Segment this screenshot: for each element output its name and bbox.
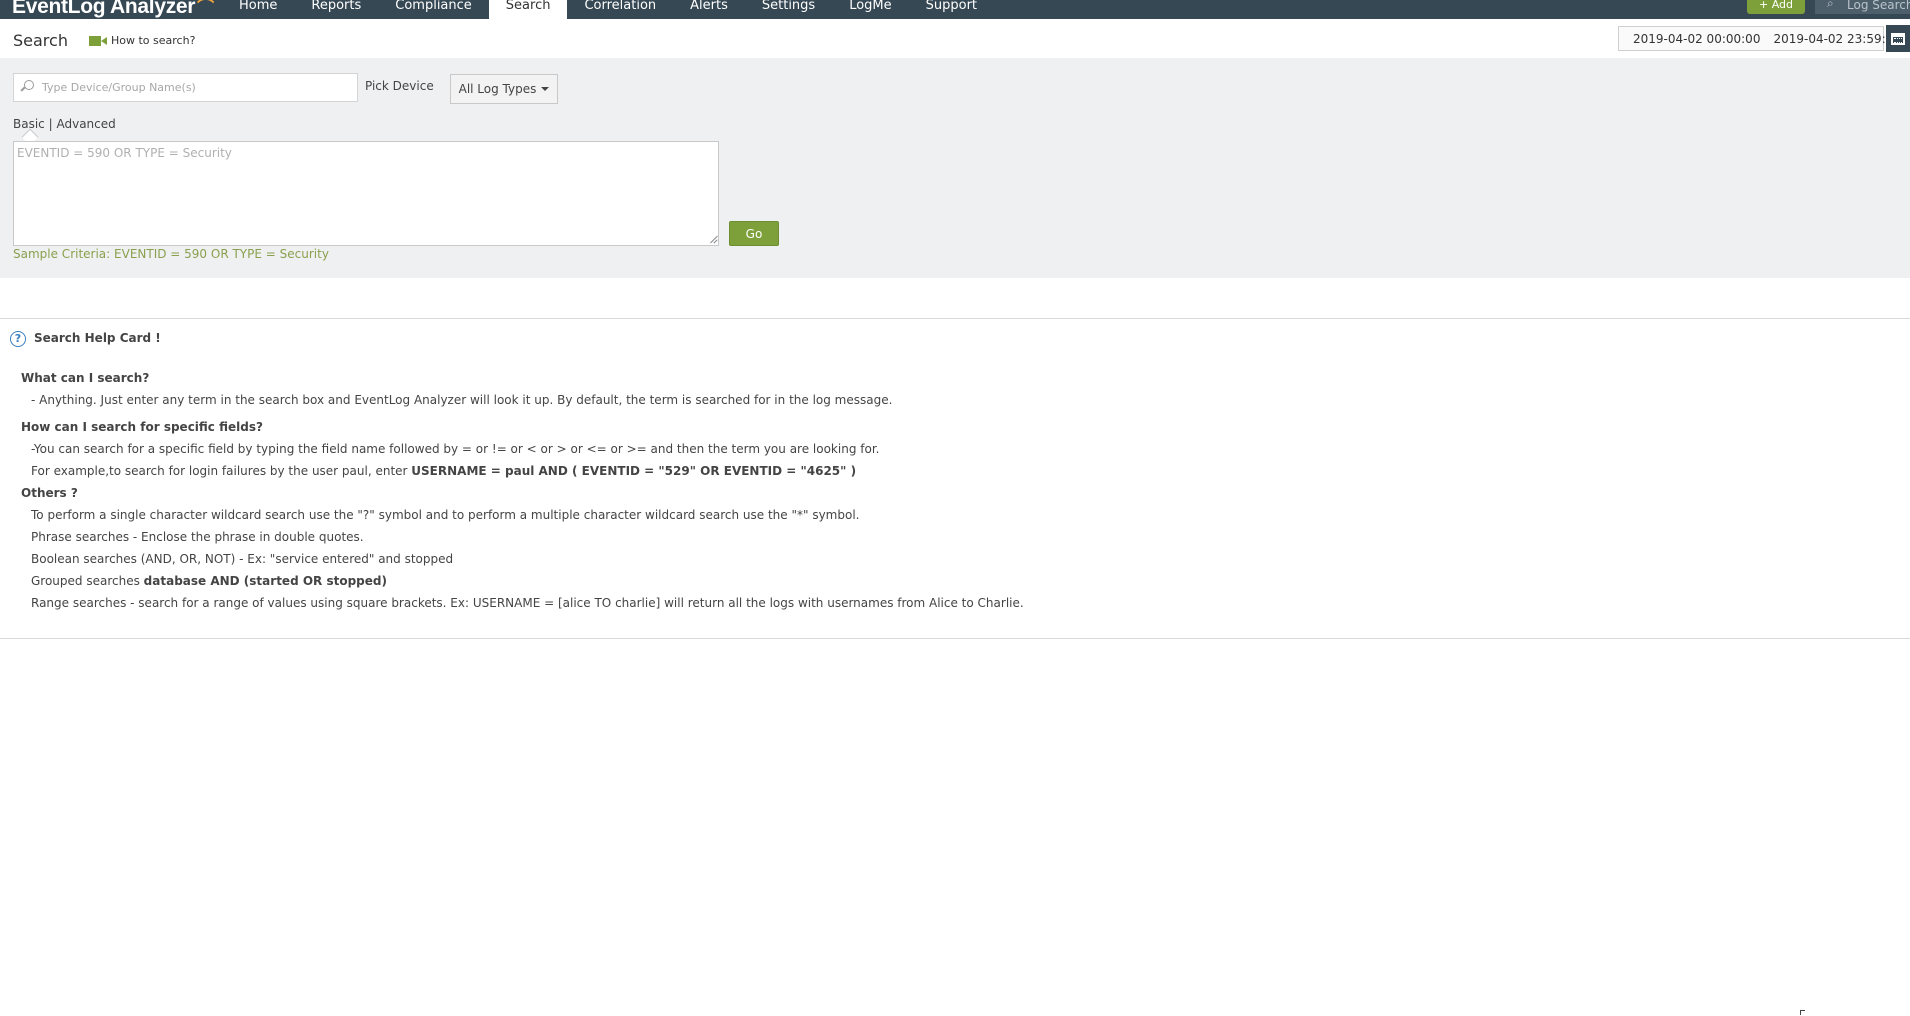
help-other-1: To perform a single character wildcard s…	[31, 508, 860, 522]
help-card-title: Search Help Card !	[34, 331, 161, 345]
date-to: 2019-04-02 23:59:59	[1773, 31, 1901, 46]
help-answer-2: -You can search for a specific field by …	[31, 442, 880, 456]
logo-swoosh-icon: ⌒	[197, 0, 214, 17]
date-range-picker[interactable]: 2019-04-02 00:00:00 2019-04-02 23:59:59	[1618, 26, 1901, 51]
search-query-textarea[interactable]	[13, 141, 719, 246]
nav-compliance[interactable]: Compliance	[378, 0, 489, 19]
app-logo[interactable]: EventLog Analyzer ⌒	[12, 0, 214, 18]
caret-down-icon	[541, 87, 550, 91]
log-types-label: All Log Types	[458, 82, 537, 96]
calendar-icon	[1891, 33, 1905, 45]
help-question-3: Others ?	[21, 486, 78, 500]
help-other-4-text: Grouped searches	[31, 574, 144, 588]
how-to-search-label: How to search?	[111, 34, 196, 47]
nav-search[interactable]: Search	[488, 0, 568, 19]
help-question-2: How can I search for specific fields?	[21, 420, 263, 434]
nav-alerts[interactable]: Alerts	[673, 0, 745, 19]
pick-device-link[interactable]: Pick Device	[365, 79, 434, 93]
magnifier-icon	[20, 80, 35, 94]
nav-reports[interactable]: Reports	[294, 0, 378, 19]
calendar-button[interactable]	[1886, 25, 1910, 52]
help-other-2: Phrase searches - Enclose the phrase in …	[31, 530, 364, 544]
mouse-cursor-icon	[1800, 1010, 1805, 1015]
help-question-1: What can I search?	[21, 371, 150, 385]
sample-criteria-text: Sample Criteria: EVENTID = 590 OR TYPE =…	[13, 247, 329, 261]
mode-separator: |	[48, 117, 53, 131]
log-types-dropdown[interactable]: All Log Types	[450, 74, 558, 104]
top-nav-bar: EventLog Analyzer ⌒ Home Reports Complian…	[0, 0, 1910, 19]
log-search-placeholder: Log Search	[1847, 0, 1910, 12]
search-icon: ⌕	[1827, 0, 1834, 10]
help-bottom-divider	[0, 638, 1910, 639]
help-other-3: Boolean searches (AND, OR, NOT) - Ex: "s…	[31, 552, 454, 566]
help-top-divider	[0, 318, 1910, 319]
nav-home[interactable]: Home	[222, 0, 294, 19]
mode-advanced-tab[interactable]: Advanced	[56, 117, 115, 131]
log-search-box[interactable]: ⌕ Log Search	[1815, 0, 1910, 14]
help-other-4-example: database AND (started OR stopped)	[143, 574, 387, 588]
help-answer-3-example: USERNAME = paul AND ( EVENTID = "529" OR…	[411, 464, 857, 478]
nav-support[interactable]: Support	[909, 0, 994, 19]
date-from: 2019-04-02 00:00:00	[1633, 31, 1761, 46]
help-answer-1: - Anything. Just enter any term in the s…	[31, 393, 893, 407]
help-other-5: Range searches - search for a range of v…	[31, 596, 1024, 610]
nav-logme[interactable]: LogMe	[832, 0, 908, 19]
help-question-icon: ?	[10, 331, 26, 347]
plus-icon: +	[1758, 0, 1769, 11]
help-answer-3: For example,to search for login failures…	[31, 464, 856, 478]
add-button[interactable]: + Add	[1747, 0, 1805, 14]
help-other-4: Grouped searches database AND (started O…	[31, 574, 387, 588]
how-to-search-link[interactable]: How to search?	[89, 34, 195, 47]
nav-correlation[interactable]: Correlation	[567, 0, 673, 19]
app-logo-text: EventLog Analyzer	[12, 0, 196, 18]
add-button-label: Add	[1771, 0, 1793, 11]
main-nav: Home Reports Compliance Search Correlati…	[222, 0, 994, 19]
device-group-input[interactable]	[13, 73, 358, 102]
page-title: Search	[13, 31, 68, 50]
video-camera-icon	[89, 35, 107, 46]
nav-settings[interactable]: Settings	[745, 0, 832, 19]
go-button[interactable]: Go	[729, 221, 779, 246]
help-answer-3-text: For example,to search for login failures…	[31, 464, 412, 478]
